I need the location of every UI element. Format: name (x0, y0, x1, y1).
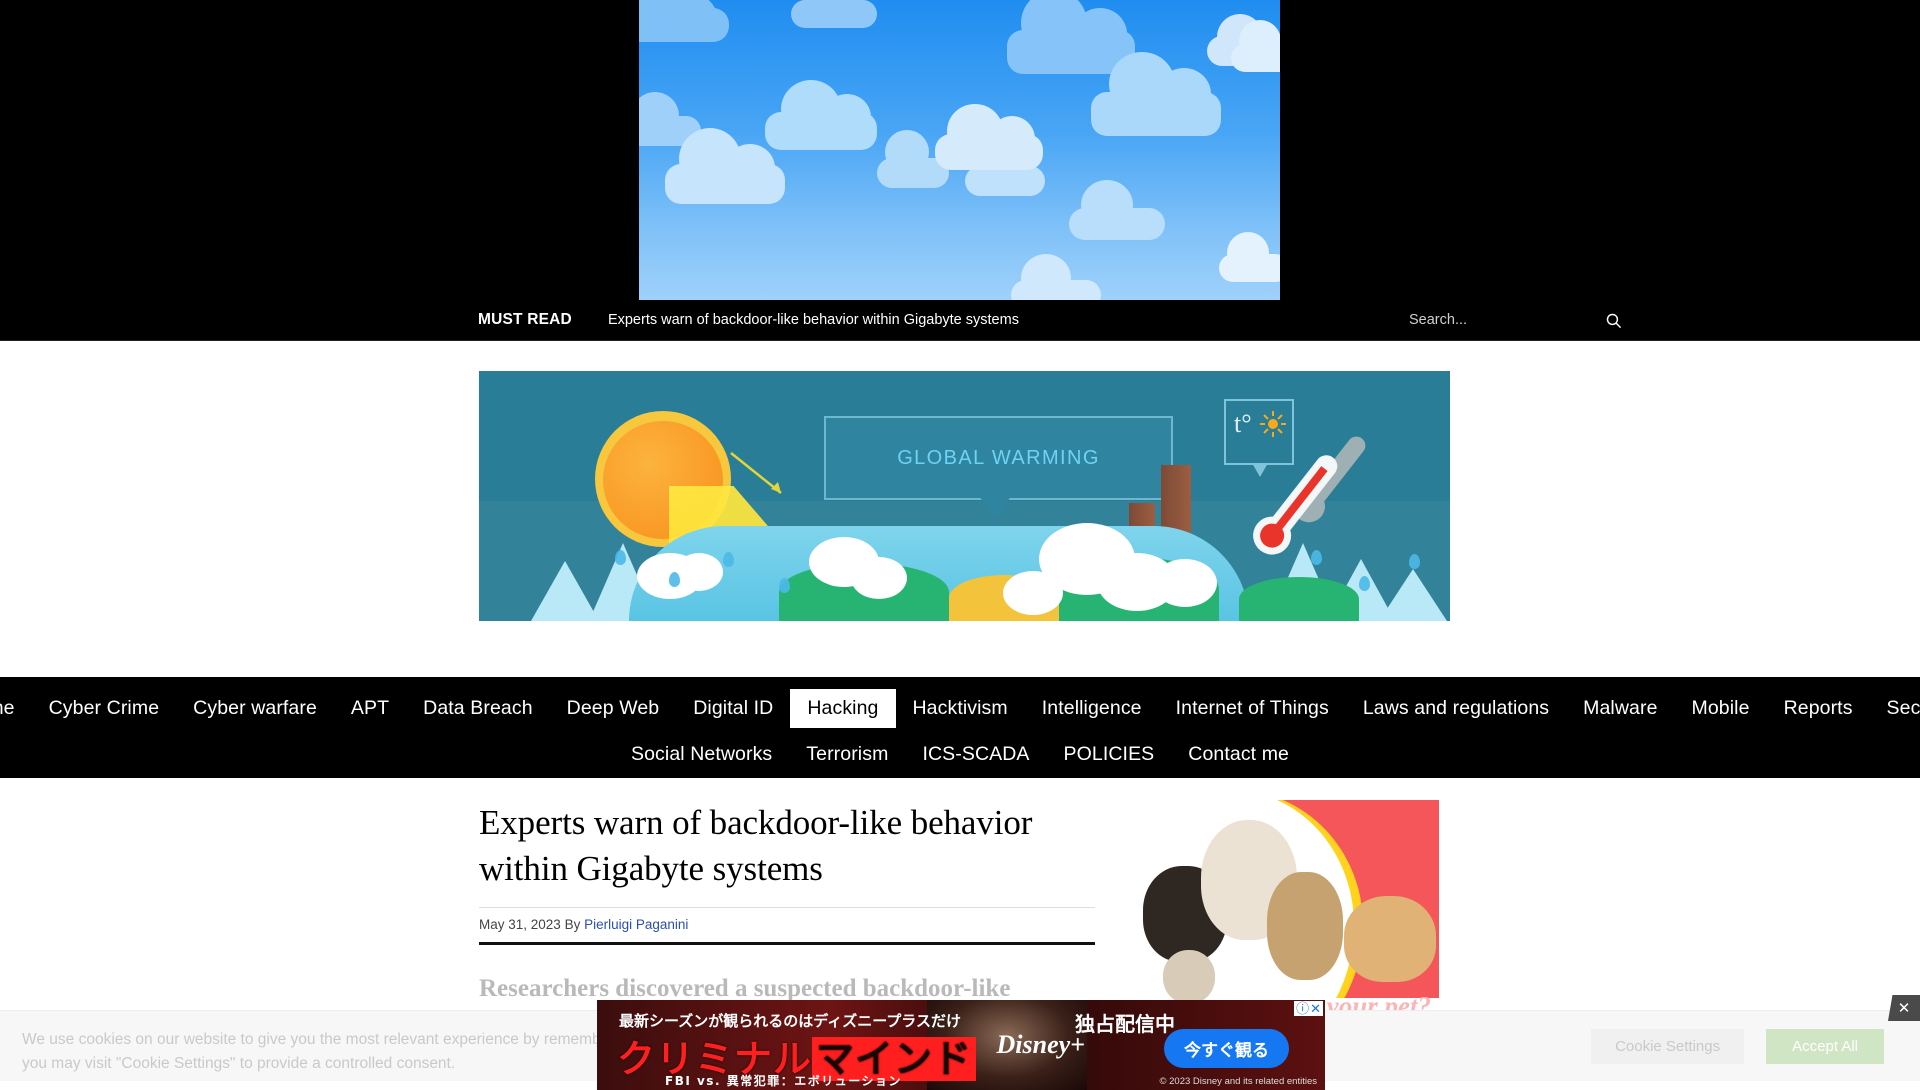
nav-item-home[interactable]: Home (0, 689, 32, 728)
must-read-label: MUST READ (478, 311, 572, 328)
search-input[interactable] (1407, 311, 1531, 329)
nav-item-data-breach[interactable]: Data Breach (406, 689, 550, 728)
ad-cta-button[interactable]: 今すぐ観る (1164, 1029, 1289, 1068)
banner-title-bubble: GLOBAL WARMING (824, 416, 1173, 500)
nav-item-mobile[interactable]: Mobile (1675, 689, 1767, 728)
meta-divider-bottom (479, 942, 1095, 945)
nav-item-deep-web[interactable]: Deep Web (550, 689, 677, 728)
author-link[interactable]: Pierluigi Paganini (584, 917, 688, 932)
nav-item-contact-me[interactable]: Contact me (1171, 735, 1306, 774)
must-read-bar: MUST READ Experts warn of backdoor-like … (0, 300, 1920, 341)
info-icon[interactable]: ⓘ (1296, 1002, 1309, 1015)
nav-item-internet-of-things[interactable]: Internet of Things (1159, 689, 1346, 728)
sky-clouds-ad[interactable] (639, 0, 1280, 300)
nav-item-cyber-warfare[interactable]: Cyber warfare (176, 689, 334, 728)
nav-item-security[interactable]: Security (1870, 689, 1920, 728)
article-meta: May 31, 2023 By Pierluigi Paganini (479, 908, 1095, 942)
global-warming-banner[interactable]: GLOBAL WARMING t° (479, 371, 1450, 621)
nav-item-social-networks[interactable]: Social Networks (614, 735, 789, 774)
nav-item-digital-id[interactable]: Digital ID (676, 689, 790, 728)
must-read-headline-link[interactable]: Experts warn of backdoor-like behavior w… (608, 312, 1019, 328)
ad-copyright: © 2023 Disney and its related entities (1159, 1076, 1317, 1087)
header-area: GLOBAL WARMING t° (0, 341, 1920, 677)
nav-item-hacktivism[interactable]: Hacktivism (896, 689, 1025, 728)
ad-exclusive-label: 独占配信中 (1075, 1012, 1175, 1036)
article-date: May 31, 2023 (479, 917, 561, 932)
disney-plus-logo: Disney+ (996, 1030, 1085, 1059)
arrow-icon (730, 452, 782, 494)
ice-landscape (479, 511, 1450, 621)
main-navigation: Home Cyber Crime Cyber warfare APT Data … (0, 677, 1920, 778)
search-area (1407, 300, 1622, 340)
nav-item-ics-scada[interactable]: ICS-SCADA (905, 735, 1046, 774)
nav-row-secondary: Social Networks Terrorism ICS-SCADA POLI… (0, 731, 1920, 777)
article-title: Experts warn of backdoor-like behavior w… (479, 803, 1033, 888)
nav-item-laws-and-regulations[interactable]: Laws and regulations (1346, 689, 1566, 728)
sun-small-icon (1260, 411, 1286, 437)
nav-item-intelligence[interactable]: Intelligence (1025, 689, 1159, 728)
by-label: By (564, 917, 581, 932)
dog-right-image (1344, 896, 1436, 982)
nav-item-policies[interactable]: POLICIES (1047, 735, 1172, 774)
close-icon[interactable]: ✕ (1310, 1002, 1321, 1015)
nav-item-apt[interactable]: APT (334, 689, 406, 728)
dog-tan-image (1267, 872, 1343, 980)
sticky-bottom-ad[interactable]: 最新シーズンが観られるのはディズニープラスだけ クリミナル マインド FBI vs… (597, 1000, 1325, 1090)
top-leaderboard-ad-strip (0, 0, 1920, 300)
nav-row-primary: Home Cyber Crime Cyber warfare APT Data … (0, 677, 1920, 731)
nav-item-reports[interactable]: Reports (1767, 689, 1870, 728)
sticky-ad-close-button[interactable]: ✕ (1888, 995, 1920, 1021)
degree-label: t° (1234, 409, 1252, 438)
cat-image (1163, 950, 1215, 1004)
ad-subtitle: FBI vs. 異常犯罪：エボリューション (665, 1074, 902, 1088)
cookie-buttons: Cookie Settings Accept All (1591, 1029, 1884, 1064)
close-icon: ✕ (1897, 1000, 1911, 1017)
cookie-settings-button[interactable]: Cookie Settings (1591, 1029, 1745, 1064)
banner-title: GLOBAL WARMING (897, 446, 1100, 469)
adchoices-controls[interactable]: ⓘ ✕ (1294, 1001, 1323, 1016)
search-button[interactable] (1605, 312, 1622, 329)
accept-all-button[interactable]: Accept All (1766, 1029, 1884, 1064)
nav-item-cyber-crime[interactable]: Cyber Crime (32, 689, 177, 728)
nav-item-hacking[interactable]: Hacking (790, 688, 896, 728)
nav-item-malware[interactable]: Malware (1566, 689, 1674, 728)
nav-item-terrorism[interactable]: Terrorism (789, 735, 905, 774)
search-icon (1606, 313, 1622, 328)
